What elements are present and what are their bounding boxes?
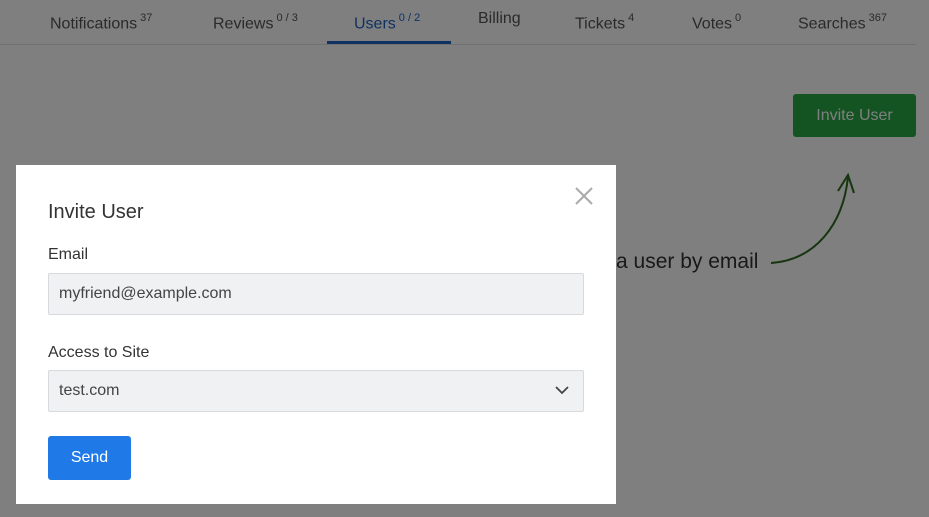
invite-user-modal: Invite User Email myfriend@example.com A…: [16, 165, 616, 504]
email-value: myfriend@example.com: [59, 285, 232, 302]
email-field[interactable]: myfriend@example.com: [48, 273, 584, 315]
chevron-down-icon: [555, 386, 569, 395]
access-site-select[interactable]: test.com: [48, 370, 584, 412]
send-button[interactable]: Send: [48, 436, 131, 480]
close-icon[interactable]: [573, 185, 595, 207]
email-label: Email: [48, 246, 89, 263]
access-value: test.com: [59, 382, 120, 399]
modal-title: Invite User: [48, 201, 144, 223]
access-label: Access to Site: [48, 344, 150, 361]
